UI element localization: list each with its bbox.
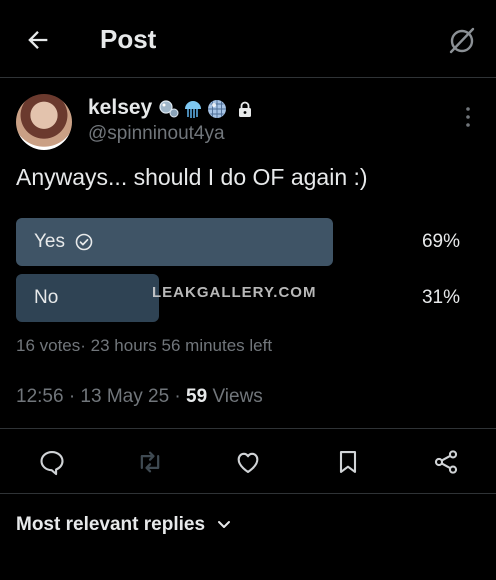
poll-percent-no: 31%: [421, 287, 460, 308]
reply-icon[interactable]: [38, 448, 66, 476]
timestamp-text[interactable]: 12:56 · 13 May 25 ·: [16, 386, 186, 407]
author-handle[interactable]: @spinninout4ya: [88, 123, 225, 145]
author-badges: [158, 98, 252, 120]
poll-meta: 16 votes· 23 hours 56 minutes left: [16, 336, 273, 355]
poll-percent-yes: 69%: [421, 231, 460, 252]
disco-ball-emoji-icon: [208, 100, 226, 118]
watermark: LEAKGALLERY.COM: [152, 284, 317, 301]
poll-option-label: Yes: [34, 231, 93, 253]
top-bar: Post: [0, 0, 496, 78]
author-name[interactable]: kelsey: [88, 96, 152, 120]
post-actions-bar: [0, 428, 496, 494]
share-icon[interactable]: [432, 448, 460, 476]
chevron-down-icon: [218, 521, 231, 528]
jellyfish-emoji-icon: [185, 101, 201, 118]
views-label: Views: [207, 386, 263, 407]
back-arrow-icon[interactable]: [24, 26, 52, 54]
poll-option-text: No: [34, 287, 59, 308]
replies-sort-label: Most relevant replies: [16, 514, 206, 535]
post-timestamp: 12:56 · 13 May 25 · 59 Views: [16, 386, 263, 408]
poll-option-label: No: [34, 287, 58, 309]
check-circle-icon: [75, 233, 93, 251]
poll-option-yes[interactable]: Yes 69%: [16, 218, 476, 266]
page-title: Post: [100, 24, 157, 54]
avatar[interactable]: [16, 94, 72, 150]
more-options-icon[interactable]: [462, 106, 474, 128]
protected-lock-icon: [239, 101, 251, 117]
replies-sort-dropdown[interactable]: Most relevant replies: [16, 514, 231, 536]
like-icon[interactable]: [234, 448, 262, 476]
bookmark-icon[interactable]: [334, 448, 362, 476]
views-count: 59: [186, 386, 208, 407]
grok-icon[interactable]: [446, 24, 478, 56]
poll-option-text: Yes: [34, 231, 65, 252]
bubbles-emoji-icon: [159, 100, 179, 118]
repost-icon[interactable]: [136, 448, 164, 476]
post-text: Anyways... should I do OF again :): [16, 164, 368, 190]
